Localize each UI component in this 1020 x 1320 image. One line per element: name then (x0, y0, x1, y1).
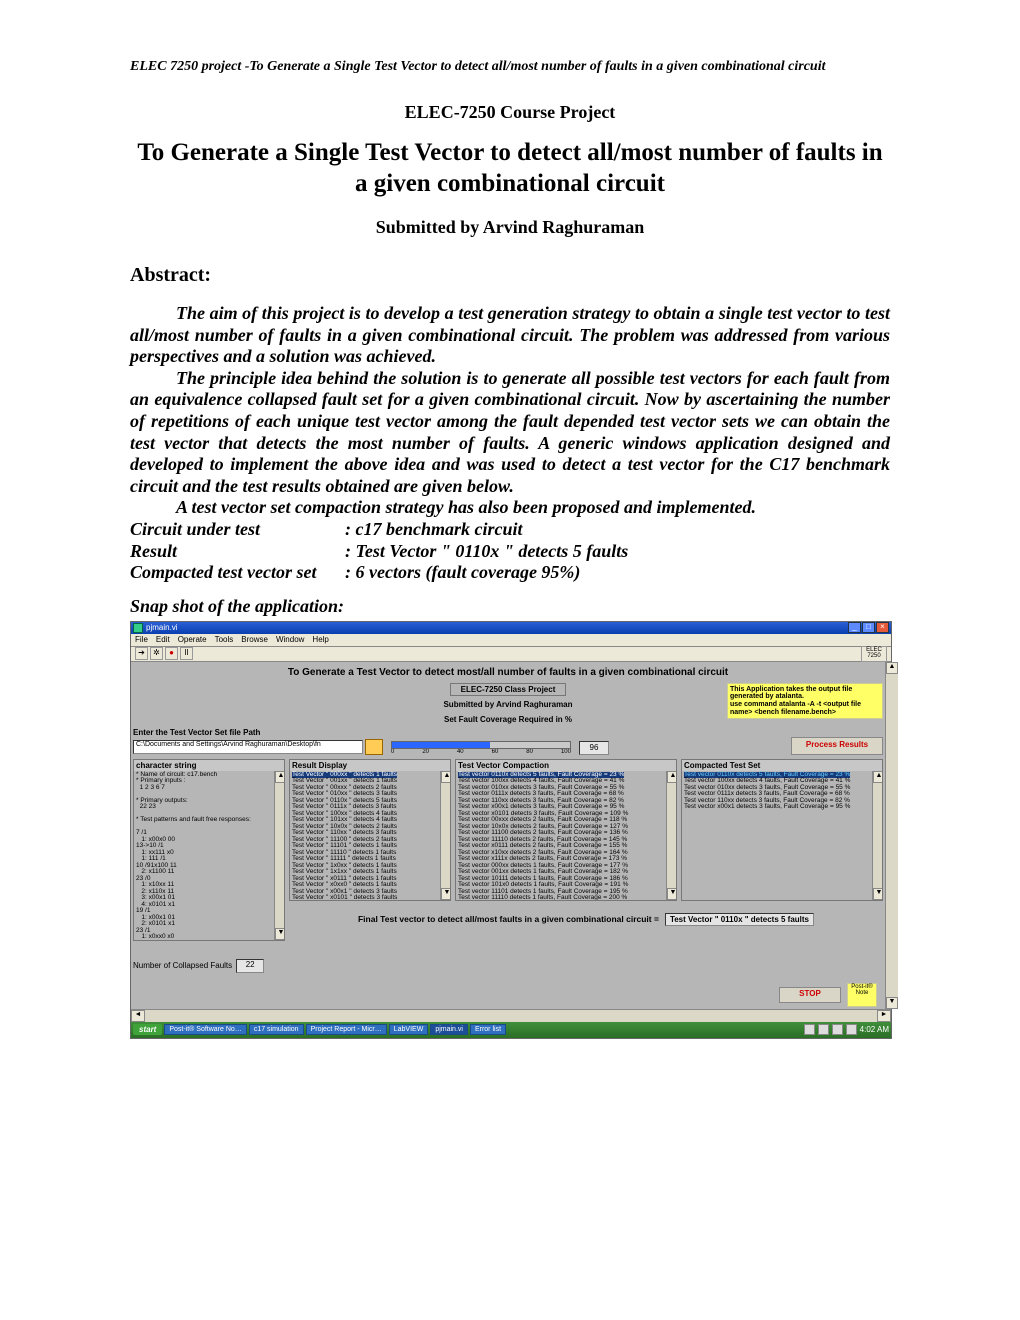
scroll-up-icon[interactable]: ▲ (886, 662, 898, 674)
menu-file[interactable]: File (135, 635, 148, 644)
run-button[interactable]: ➔ (135, 647, 148, 660)
abstract-p3: A test vector set compaction strategy ha… (130, 497, 890, 519)
abstract-p1: The aim of this project is to develop a … (130, 303, 890, 368)
result-display-text[interactable]: Test Vector " 000xx " detects 1 faults T… (290, 771, 450, 900)
app-banner: To Generate a Test Vector to detect most… (133, 664, 883, 681)
help-note: This Application takes the output file g… (727, 683, 883, 720)
coverage-value[interactable]: 96 (579, 741, 609, 755)
scrollbar[interactable]: ▲▼ (872, 771, 882, 900)
menu-window[interactable]: Window (276, 635, 304, 644)
compacted-test-set-panel: Compacted Test Set Test vector 0110x det… (681, 759, 883, 901)
compacted-test-set-text[interactable]: Test vector 0110x detects 5 faults, Faul… (682, 771, 882, 812)
result-display-panel: Result Display Test Vector " 000xx " det… (289, 759, 451, 901)
test-vector-compaction-text[interactable]: Test vector 0110x detects 5 faults, Faul… (456, 771, 676, 900)
snapshot-heading: Snap shot of the application: (130, 596, 890, 617)
tray-icon[interactable] (818, 1024, 829, 1035)
postit-note[interactable]: Post-it® Note (847, 983, 877, 1007)
app-icon (133, 623, 143, 633)
minimize-button[interactable]: _ (848, 622, 861, 633)
browse-button[interactable] (365, 739, 383, 755)
app-window: pjmain.vi _ □ × File Edit Operate Tools … (130, 621, 892, 1039)
compacted-test-set-header: Compacted Test Set (682, 760, 882, 771)
kv-result-value: : Test Vector " 0110x " detects 5 faults (345, 541, 628, 563)
submitted-by: Submitted by Arvind Raghuraman (130, 217, 890, 238)
window-title: pjmain.vi (146, 623, 178, 632)
abstract-body: The aim of this project is to develop a … (130, 303, 890, 584)
process-results-button[interactable]: Process Results (791, 737, 883, 755)
maximize-button[interactable]: □ (862, 622, 875, 633)
task-item[interactable]: pjmain.vi (430, 1024, 468, 1035)
task-item[interactable]: Error list (470, 1024, 506, 1035)
collapsed-faults-label: Number of Collapsed Faults (133, 961, 232, 970)
titlebar[interactable]: pjmain.vi _ □ × (131, 622, 891, 634)
menu-operate[interactable]: Operate (178, 635, 207, 644)
character-string-text[interactable]: * Name of circuit: c17.bench * Primary i… (134, 771, 284, 940)
abort-button[interactable]: ● (165, 647, 178, 660)
scroll-down-icon[interactable]: ▼ (886, 997, 898, 1009)
coverage-slider[interactable] (391, 741, 571, 749)
run-cont-button[interactable]: ✲ (150, 647, 163, 660)
tray-icon[interactable] (832, 1024, 843, 1035)
abstract-heading: Abstract: (130, 264, 890, 287)
main-title: To Generate a Single Test Vector to dete… (130, 137, 890, 200)
menu-browse[interactable]: Browse (241, 635, 268, 644)
result-display-header: Result Display (290, 760, 450, 771)
submitted-by-label: Submitted by Arvind Raghuraman (443, 700, 572, 709)
vi-icon: ELEC 7250 (861, 646, 887, 662)
collapsed-faults-value[interactable]: 22 (236, 959, 264, 973)
taskbar: start Post-it® Software No… c17 simulati… (131, 1022, 891, 1038)
menu-edit[interactable]: Edit (156, 635, 170, 644)
close-button[interactable]: × (876, 622, 889, 633)
scroll-left-icon[interactable]: ◄ (131, 1010, 145, 1022)
abstract-p2: The principle idea behind the solution i… (130, 368, 890, 498)
kv-circuit-value: : c17 benchmark circuit (345, 519, 523, 541)
menu-help[interactable]: Help (312, 635, 328, 644)
task-item[interactable]: Project Report - Micr… (306, 1024, 387, 1035)
scrollbar[interactable]: ▲▼ (666, 771, 676, 900)
course-title: ELEC-7250 Course Project (130, 102, 890, 123)
start-button[interactable]: start (133, 1024, 162, 1035)
kv-circuit-label: Circuit under test (130, 519, 345, 541)
final-vector-value: Test Vector " 0110x " detects 5 faults (665, 913, 814, 926)
tray-icon[interactable] (846, 1024, 857, 1035)
path-input[interactable]: C:\Documents and Settings\Arvind Raghura… (133, 740, 363, 754)
horizontal-scrollbar[interactable]: ◄ ► (131, 1009, 891, 1022)
menu-tools[interactable]: Tools (215, 635, 234, 644)
task-item[interactable]: LabVIEW (389, 1024, 429, 1035)
menubar: File Edit Operate Tools Browse Window He… (131, 634, 891, 647)
path-label: Enter the Test Vector Set file Path (133, 728, 383, 737)
scrollbar[interactable]: ▲▼ (274, 771, 284, 940)
pause-button[interactable]: II (180, 647, 193, 660)
character-string-panel: character string * Name of circuit: c17.… (133, 759, 285, 941)
test-vector-compaction-panel: Test Vector Compaction Test vector 0110x… (455, 759, 677, 901)
task-item[interactable]: Post-it® Software No… (164, 1024, 246, 1035)
fault-coverage-label: Set Fault Coverage Required in % (443, 715, 572, 724)
scroll-right-icon[interactable]: ► (877, 1010, 891, 1022)
character-string-header: character string (134, 760, 284, 771)
toolbar: ➔ ✲ ● II ELEC 7250 (131, 647, 891, 662)
running-header: ELEC 7250 project -To Generate a Single … (130, 58, 890, 76)
kv-result-label: Result (130, 541, 345, 563)
stop-button[interactable]: STOP (779, 987, 841, 1003)
scrollbar[interactable]: ▲▼ (440, 771, 450, 900)
task-item[interactable]: c17 simulation (249, 1024, 304, 1035)
kv-compacted-value: : 6 vectors (fault coverage 95%) (345, 562, 580, 584)
class-project-label: ELEC-7250 Class Project (450, 683, 567, 696)
test-vector-compaction-header: Test Vector Compaction (456, 760, 676, 771)
final-vector-label: Final Test vector to detect all/most fau… (358, 914, 659, 924)
kv-compacted-label: Compacted test vector set (130, 562, 345, 584)
tray-icon[interactable] (804, 1024, 815, 1035)
taskbar-clock: 4:02 AM (860, 1025, 889, 1034)
vertical-scrollbar[interactable]: ▲ ▼ (885, 662, 898, 1009)
